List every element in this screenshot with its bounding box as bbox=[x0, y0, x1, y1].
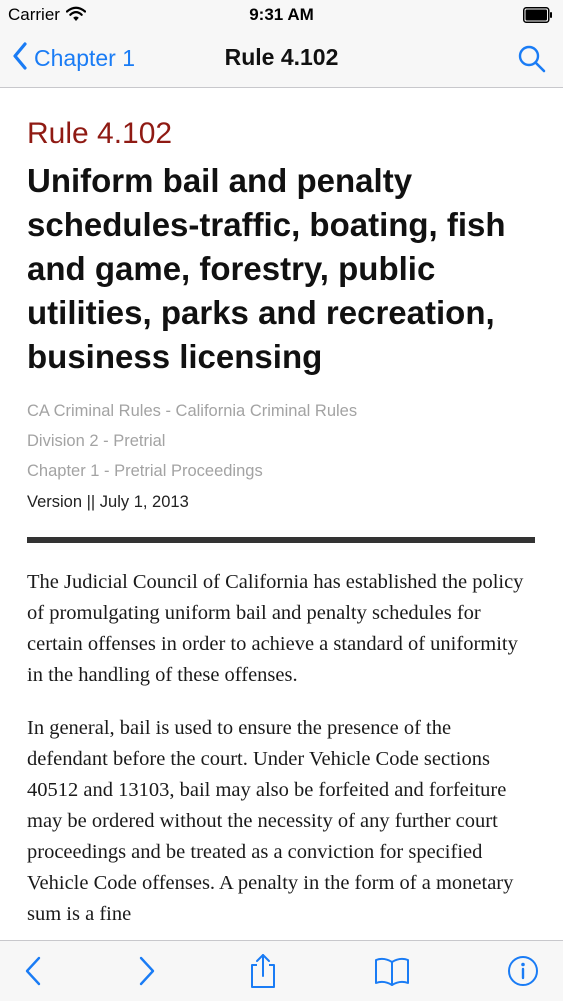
breadcrumb-division: Division 2 - Pretrial bbox=[27, 432, 166, 450]
nav-title: Rule 4.102 bbox=[224, 44, 339, 70]
status-time: 9:31 AM bbox=[249, 5, 314, 24]
share-icon bbox=[245, 953, 281, 989]
share-button[interactable] bbox=[245, 953, 281, 989]
breadcrumb-chapter: Chapter 1 - Pretrial Proceedings bbox=[27, 462, 263, 480]
breadcrumb: CA Criminal Rules - California Criminal … bbox=[27, 396, 537, 486]
info-icon bbox=[505, 953, 541, 989]
navigation-bar: Chapter 1 Rule 4.102 bbox=[0, 30, 563, 88]
bottom-toolbar bbox=[0, 940, 563, 1001]
rule-number: Rule 4.102 bbox=[27, 117, 173, 150]
search-button[interactable] bbox=[515, 42, 549, 76]
version-label: Version || July 1, 2013 bbox=[27, 493, 189, 511]
article-content[interactable]: Rule 4.102 Uniform bail and penalty sche… bbox=[27, 88, 537, 940]
book-icon bbox=[374, 953, 410, 989]
paragraph: In general, bail is used to ensure the p… bbox=[27, 717, 514, 925]
divider bbox=[27, 537, 535, 543]
bookmarks-button[interactable] bbox=[374, 953, 410, 989]
battery-icon bbox=[523, 7, 553, 23]
next-button[interactable] bbox=[128, 953, 164, 989]
paragraph: The Judicial Council of California has e… bbox=[27, 571, 524, 686]
chevron-right-icon bbox=[128, 953, 164, 989]
chevron-left-icon bbox=[16, 953, 52, 989]
info-button[interactable] bbox=[505, 953, 541, 989]
previous-button[interactable] bbox=[16, 953, 52, 989]
status-bar: Carrier 9:31 AM bbox=[0, 0, 563, 30]
search-icon bbox=[515, 45, 549, 80]
breadcrumb-rules: CA Criminal Rules - California Criminal … bbox=[27, 402, 358, 420]
rule-title: Uniform bail and penalty schedules-traff… bbox=[27, 162, 506, 375]
